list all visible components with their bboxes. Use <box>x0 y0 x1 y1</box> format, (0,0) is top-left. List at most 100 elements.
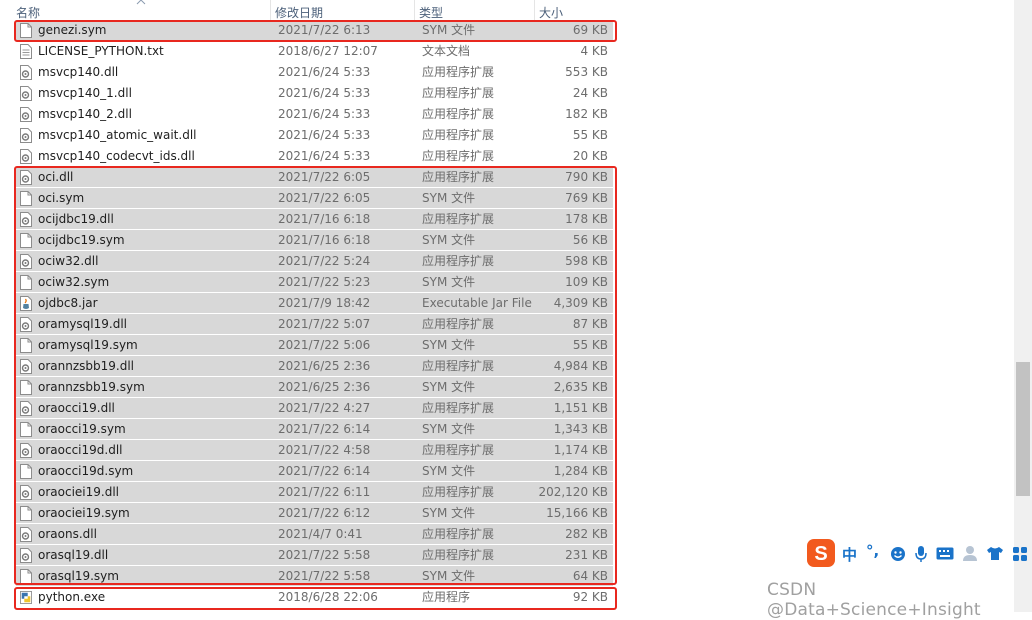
file-size: 1,174 KB <box>553 443 608 457</box>
file-row[interactable]: msvcp140.dll 2021/6/24 5:33 应用程序扩展 553 KB <box>16 62 613 83</box>
blank-file-icon <box>20 233 32 248</box>
dll-file-icon <box>20 443 32 458</box>
file-date-modified: 2021/7/22 5:07 <box>278 317 371 331</box>
file-date-modified: 2021/7/22 5:23 <box>278 275 371 289</box>
dll-file-icon <box>20 128 32 143</box>
file-row[interactable]: oci.sym 2021/7/22 6:05 SYM 文件 769 KB <box>16 188 613 209</box>
file-date-modified: 2021/7/22 6:14 <box>278 464 371 478</box>
text-file-icon <box>20 44 32 59</box>
file-row[interactable]: oraociei19.dll 2021/7/22 6:11 应用程序扩展 202,12… <box>16 482 613 503</box>
file-date-modified: 2021/7/22 6:14 <box>278 422 371 436</box>
dll-file-icon <box>20 485 32 500</box>
file-row[interactable]: msvcp140_1.dll 2021/6/24 5:33 应用程序扩展 24 KB <box>16 83 613 104</box>
file-row[interactable]: genezi.sym 2021/7/22 6:13 SYM 文件 69 KB <box>16 20 613 41</box>
file-type: 应用程序扩展 <box>422 65 495 79</box>
file-row[interactable]: ocijdbc19.sym 2021/7/16 6:18 SYM 文件 56 KB <box>16 230 613 251</box>
emoji-icon[interactable] <box>890 546 906 562</box>
file-size: 55 KB <box>572 338 608 352</box>
dll-file-icon <box>20 86 32 101</box>
file-date-modified: 2021/7/22 5:58 <box>278 569 371 583</box>
file-size: 20 KB <box>572 149 608 163</box>
file-date-modified: 2021/4/7 0:41 <box>278 527 363 541</box>
ime-mode-chinese[interactable]: 中 <box>842 544 857 565</box>
file-row[interactable]: LICENSE_PYTHON.txt 2018/6/27 12:07 文本文档 4 K… <box>16 41 613 62</box>
file-type: 应用程序扩展 <box>422 107 495 121</box>
file-name: python.exe <box>38 590 106 604</box>
file-type: 应用程序扩展 <box>422 317 495 331</box>
file-size: 2,635 KB <box>553 380 608 394</box>
dll-file-icon <box>20 212 32 227</box>
sogou-logo-icon[interactable]: S <box>806 538 836 568</box>
column-header-type[interactable]: 类型 <box>415 0 535 20</box>
file-row[interactable]: msvcp140_2.dll 2021/6/24 5:33 应用程序扩展 182 KB <box>16 104 613 125</box>
file-type: 应用程序扩展 <box>422 401 495 415</box>
file-date-modified: 2021/7/22 6:05 <box>278 170 371 184</box>
file-name: oraociei19.dll <box>38 485 119 499</box>
file-row[interactable]: oraons.dll 2021/4/7 0:41 应用程序扩展 282 KB <box>16 524 613 545</box>
vertical-scrollbar[interactable] <box>1014 0 1032 612</box>
file-row[interactable]: oramysql19.dll 2021/7/22 5:07 应用程序扩展 87 KB <box>16 314 613 335</box>
file-type: SYM 文件 <box>422 338 476 352</box>
keyboard-icon[interactable] <box>936 547 954 560</box>
apps-icon[interactable] <box>1012 546 1028 562</box>
file-type: SYM 文件 <box>422 191 476 205</box>
skin-icon[interactable] <box>986 546 1004 561</box>
file-row[interactable]: oraocci19.dll 2021/7/22 4:27 应用程序扩展 1,151 K… <box>16 398 613 419</box>
user-icon[interactable] <box>962 545 978 562</box>
file-row[interactable]: python.exe 2018/6/28 22:06 应用程序 92 KB <box>16 587 613 608</box>
file-size: 202,120 KB <box>538 485 608 499</box>
file-row[interactable]: ociw32.dll 2021/7/22 5:24 应用程序扩展 598 KB <box>16 251 613 272</box>
file-date-modified: 2021/6/25 2:36 <box>278 359 371 373</box>
file-row[interactable]: oraocci19.sym 2021/7/22 6:14 SYM 文件 1,343 K… <box>16 419 613 440</box>
scrollbar-thumb[interactable] <box>1016 362 1030 496</box>
file-date-modified: 2021/7/22 6:05 <box>278 191 371 205</box>
file-type: SYM 文件 <box>422 569 476 583</box>
file-date-modified: 2021/7/22 6:12 <box>278 506 371 520</box>
file-type: 应用程序扩展 <box>422 86 495 100</box>
sogou-logo-letter: S <box>814 543 827 565</box>
file-row[interactable]: oramysql19.sym 2021/7/22 5:06 SYM 文件 55 KB <box>16 335 613 356</box>
ime-punctuation-toggle[interactable]: °, <box>866 542 879 560</box>
file-type: 应用程序扩展 <box>422 212 495 226</box>
file-size: 182 KB <box>565 107 608 121</box>
file-date-modified: 2021/7/22 5:06 <box>278 338 371 352</box>
file-row[interactable]: orannzsbb19.dll 2021/6/25 2:36 应用程序扩展 4,984… <box>16 356 613 377</box>
file-type: SYM 文件 <box>422 233 476 247</box>
file-row[interactable]: ojdbc8.jar 2021/7/9 18:42 Executable Jar F… <box>16 293 613 314</box>
file-row[interactable]: msvcp140_codecvt_ids.dll 2021/6/24 5:33 应用… <box>16 146 613 167</box>
dll-file-icon <box>20 107 32 122</box>
microphone-icon[interactable] <box>914 545 928 563</box>
file-row[interactable]: oci.dll 2021/7/22 6:05 应用程序扩展 790 KB <box>16 167 613 188</box>
column-header-date[interactable]: 修改日期 <box>271 0 415 20</box>
file-date-modified: 2021/7/22 5:24 <box>278 254 371 268</box>
file-date-modified: 2021/6/25 2:36 <box>278 380 371 394</box>
file-row[interactable]: ociw32.sym 2021/7/22 5:23 SYM 文件 109 KB <box>16 272 613 293</box>
file-row[interactable]: orasql19.sym 2021/7/22 5:58 SYM 文件 64 KB <box>16 566 613 587</box>
file-date-modified: 2021/7/16 6:18 <box>278 212 371 226</box>
blank-file-icon <box>20 23 32 38</box>
column-header-size[interactable]: 大小 <box>535 0 616 20</box>
file-type: 文本文档 <box>422 44 471 58</box>
file-row[interactable]: msvcp140_atomic_wait.dll 2021/6/24 5:33 应用… <box>16 125 613 146</box>
dll-file-icon <box>20 65 32 80</box>
file-name: ocijdbc19.sym <box>38 233 125 247</box>
file-row[interactable]: oraocci19d.dll 2021/7/22 4:58 应用程序扩展 1,174 … <box>16 440 613 461</box>
file-size: 24 KB <box>572 86 608 100</box>
file-row[interactable]: oraociei19.sym 2021/7/22 6:12 SYM 文件 15,166… <box>16 503 613 524</box>
file-size: 553 KB <box>565 65 608 79</box>
blank-file-icon <box>20 506 32 521</box>
file-name: msvcp140_atomic_wait.dll <box>38 128 197 142</box>
file-row[interactable]: orannzsbb19.sym 2021/6/25 2:36 SYM 文件 2,635… <box>16 377 613 398</box>
file-size: 178 KB <box>565 212 608 226</box>
file-type: 应用程序扩展 <box>422 170 495 184</box>
file-name: oraocci19d.dll <box>38 443 123 457</box>
file-date-modified: 2021/7/22 4:58 <box>278 443 371 457</box>
file-row[interactable]: oraocci19d.sym 2021/7/22 6:14 SYM 文件 1,284 … <box>16 461 613 482</box>
file-name: ocijdbc19.dll <box>38 212 114 226</box>
file-size: 4 KB <box>580 44 608 58</box>
file-date-modified: 2021/7/22 5:58 <box>278 548 371 562</box>
file-size: 15,166 KB <box>546 506 608 520</box>
file-row[interactable]: ocijdbc19.dll 2021/7/16 6:18 应用程序扩展 178 KB <box>16 209 613 230</box>
file-type: 应用程序扩展 <box>422 359 495 373</box>
file-row[interactable]: orasql19.dll 2021/7/22 5:58 应用程序扩展 231 KB <box>16 545 613 566</box>
